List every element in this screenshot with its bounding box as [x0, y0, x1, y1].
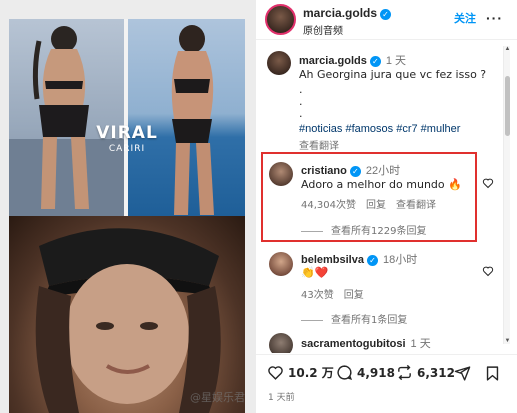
comment-avatar[interactable] — [269, 252, 293, 276]
comment-time: 18小时 — [382, 254, 418, 266]
comment-username-text[interactable]: belembsilva — [301, 254, 364, 266]
author-username-text[interactable]: marcia.golds — [303, 6, 377, 20]
heart-icon[interactable] — [482, 265, 494, 277]
post-media[interactable]: VIRAL CARIRI — [0, 0, 256, 413]
caption-avatar[interactable] — [267, 51, 291, 75]
repost-count: 6,312 — [417, 365, 455, 380]
view-replies-button[interactable]: 查看所有1条回复 — [301, 311, 407, 326]
author-username[interactable]: marcia.golds ✓ — [303, 6, 392, 20]
overlay-subtitle: CARIRI — [108, 144, 146, 154]
comment-time: 22小时 — [365, 165, 401, 177]
verified-badge-icon: ✓ — [366, 255, 378, 266]
caption-hashtags[interactable]: #noticias #famosos #cr7 #mulher — [299, 123, 460, 135]
reply-button[interactable]: 回复 — [344, 290, 364, 301]
view-replies-label[interactable]: 查看所有1229条回复 — [331, 226, 426, 237]
action-bar: 10.2 万 4,918 6,312 1 天前 — [256, 354, 517, 413]
comment-avatar[interactable] — [269, 162, 293, 186]
view-replies-label[interactable]: 查看所有1条回复 — [331, 315, 407, 326]
verified-badge-icon: ✓ — [380, 9, 392, 20]
comment-likes[interactable]: 44,304次赞 — [301, 200, 356, 211]
like-action[interactable]: 10.2 万 — [267, 364, 334, 381]
repost-icon[interactable] — [396, 364, 413, 381]
comment-username[interactable]: sacramentogubitosi 1 天 — [301, 335, 431, 351]
caption-username[interactable]: marcia.golds ✓ 1 天 — [299, 52, 406, 68]
media-overlay: VIRAL CARIRI — [9, 123, 245, 154]
photo-top-left — [9, 19, 124, 216]
comment-username-text[interactable]: cristiano — [301, 165, 347, 177]
more-icon[interactable]: ··· — [486, 10, 503, 26]
comment-icon[interactable] — [336, 364, 353, 381]
repost-action[interactable]: 6,312 — [396, 364, 455, 381]
scroll-down-arrow-icon[interactable]: ▼ — [504, 338, 511, 344]
verified-badge-icon: ✓ — [369, 56, 381, 67]
comment-list: marcia.golds ✓ 1 天 Ah Georgina jura que vc… — [256, 41, 517, 353]
caption-translate-link[interactable]: 查看翻译 — [299, 137, 339, 152]
scroll-thumb[interactable] — [505, 76, 510, 136]
post-header: marcia.golds ✓ 原创音频 关注 ··· — [256, 0, 517, 40]
comment-scrollbar[interactable]: ▲ ▼ — [503, 46, 510, 344]
heart-icon[interactable] — [267, 364, 284, 381]
watermark: @星娱乐君 — [190, 391, 245, 404]
comment-action[interactable]: 4,918 — [336, 364, 395, 381]
overlay-title: VIRAL — [96, 123, 158, 143]
comment-username-text[interactable]: sacramentogubitosi — [301, 338, 406, 350]
comment-avatar[interactable] — [269, 333, 293, 353]
comment-meta: 44,304次赞 回复 查看翻译 — [301, 196, 446, 211]
comment-text: 👏❤️ — [301, 266, 329, 279]
bookmark-icon[interactable] — [484, 365, 501, 382]
like-count: 10.2 万 — [288, 366, 334, 380]
author-avatar[interactable] — [265, 4, 296, 35]
replies-line — [301, 230, 323, 232]
audio-label[interactable]: 原创音频 — [303, 22, 343, 37]
replies-line — [301, 319, 323, 321]
reply-button[interactable]: 回复 — [366, 200, 386, 211]
comment-count: 4,918 — [357, 365, 395, 380]
comment-username[interactable]: cristiano ✓ 22小时 — [301, 162, 400, 178]
share-icon[interactable] — [454, 365, 471, 382]
media-frame: VIRAL CARIRI — [9, 19, 245, 413]
comment-text: Adoro a melhor do mundo 🔥 — [301, 178, 462, 191]
photo-bottom — [9, 216, 245, 413]
comment-meta: 43次赞 回复 — [301, 286, 374, 301]
caption-dot: . — [299, 107, 303, 120]
translate-link[interactable]: 查看翻译 — [396, 200, 436, 211]
caption-time: 1 天 — [385, 55, 407, 67]
verified-badge-icon: ✓ — [349, 166, 361, 177]
posted-ago: 1 天前 — [268, 393, 295, 403]
caption-text: Ah Georgina jura que vc fez isso ? — [299, 68, 487, 81]
comment-time: 1 天 — [410, 338, 431, 350]
heart-icon[interactable] — [482, 177, 494, 189]
comment-username[interactable]: belembsilva ✓ 18小时 — [301, 251, 417, 267]
photo-top-right — [128, 19, 245, 216]
view-replies-button[interactable]: 查看所有1229条回复 — [301, 222, 426, 237]
comment-likes[interactable]: 43次赞 — [301, 290, 334, 301]
scroll-up-arrow-icon[interactable]: ▲ — [504, 46, 511, 52]
caption-username-text[interactable]: marcia.golds — [299, 55, 367, 67]
follow-button[interactable]: 关注 — [454, 10, 476, 26]
post-panel: marcia.golds ✓ 原创音频 关注 ··· marcia.golds ✓ 1… — [256, 0, 517, 413]
